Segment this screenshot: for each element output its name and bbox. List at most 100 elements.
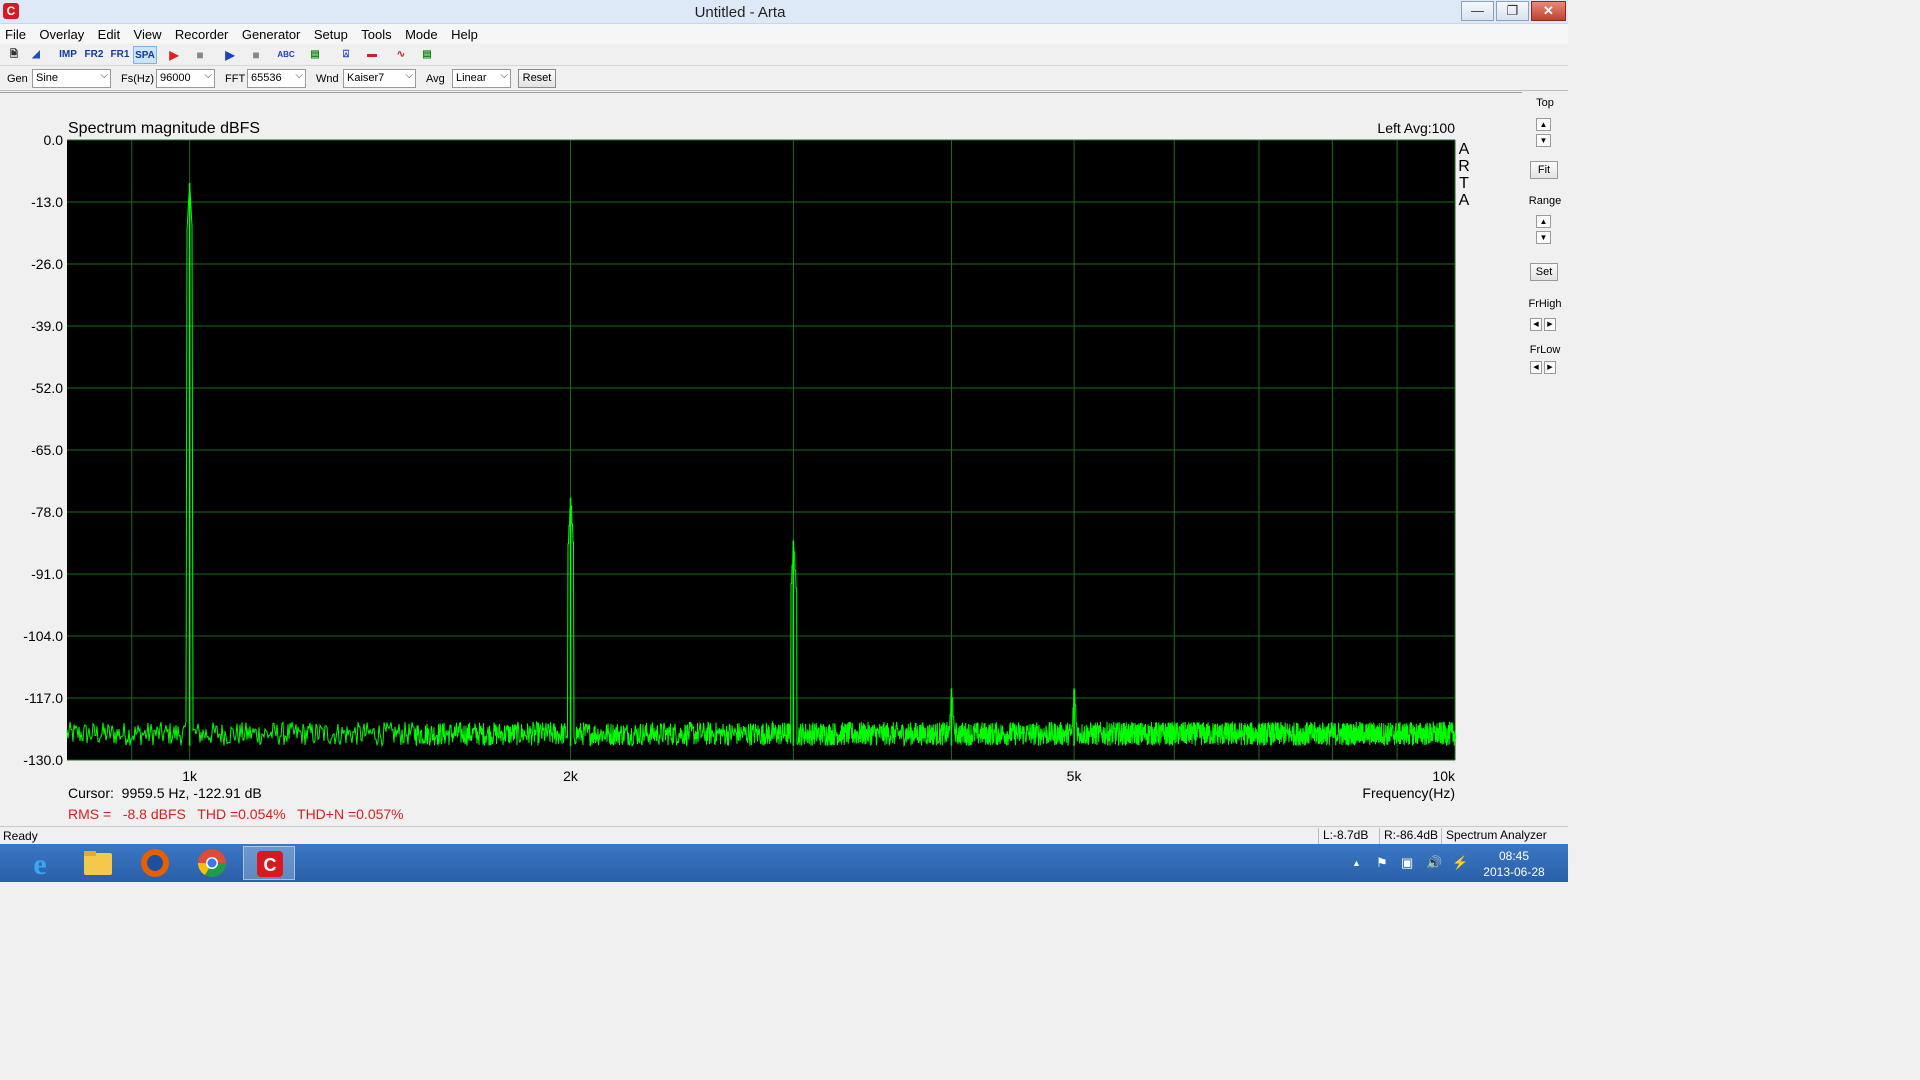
level-icon[interactable]: ▬ <box>363 46 381 64</box>
fr1-mode-button[interactable]: FR1 <box>108 46 132 64</box>
menu-recorder[interactable]: Recorder <box>170 24 232 42</box>
minimize-button[interactable]: — <box>1461 1 1494 21</box>
rms-thd-readout: RMS = -8.8 dBFS THD =0.054% THD+N =0.057… <box>68 806 404 822</box>
generator-play-icon[interactable]: ▶ <box>222 46 238 64</box>
y-tick-label: 0.0 <box>44 132 64 148</box>
action-center-flag-icon[interactable]: ⚑ <box>1376 855 1388 871</box>
generator-stop-icon[interactable]: ■ <box>248 46 264 64</box>
watermark-letter: R <box>1458 158 1470 175</box>
y-tick-label: -13.0 <box>31 194 63 210</box>
firefox-icon[interactable] <box>129 846 181 880</box>
menu-generator[interactable]: Generator <box>237 24 305 42</box>
overlay-icon[interactable]: ▤ <box>306 46 324 64</box>
y-tick-label: -104.0 <box>23 628 63 644</box>
fft-select[interactable]: 65536 ⌵ <box>247 69 306 88</box>
fs-label: Fs(Hz) <box>121 73 154 85</box>
menu-help[interactable]: Help <box>446 24 482 42</box>
fft-label: FFT <box>225 73 246 85</box>
top-label: Top <box>1536 97 1554 109</box>
menu-view[interactable]: View <box>129 24 166 42</box>
status-bar: Ready L:-8.7dB R:-86.4dB Spectrum Analyz… <box>0 826 1568 844</box>
record-stop-icon[interactable]: ■ <box>192 46 208 64</box>
gen-select-value: Sine <box>36 72 59 84</box>
chevron-down-icon: ⌵ <box>295 70 303 81</box>
wnd-label: Wnd <box>316 73 339 85</box>
y-tick-label: -39.0 <box>31 318 63 334</box>
x-tick-label: 2k <box>563 768 579 784</box>
set-button[interactable]: Set <box>1530 263 1558 281</box>
calibrate-icon[interactable]: ⍓ <box>337 46 355 64</box>
pointer-icon[interactable]: ◢ <box>28 46 44 64</box>
range-down-button[interactable]: ▼ <box>1536 231 1551 244</box>
top-down-button[interactable]: ▼ <box>1536 134 1551 147</box>
fft-select-value: 65536 <box>251 72 282 84</box>
arta-taskbar-icon[interactable]: C <box>243 846 295 880</box>
volume-icon[interactable]: 🔊 <box>1426 855 1442 871</box>
fit-button[interactable]: Fit <box>1530 161 1558 179</box>
record-play-icon[interactable]: ▶ <box>166 46 182 64</box>
gen-select[interactable]: Sine ⌵ <box>32 69 111 88</box>
restore-button[interactable]: ❐ <box>1496 1 1529 21</box>
ie-icon[interactable]: e <box>14 846 66 881</box>
range-up-button[interactable]: ▲ <box>1536 215 1551 228</box>
scope-icon[interactable]: ∿ <box>392 46 410 64</box>
watermark-letter: A <box>1459 192 1470 209</box>
avg-select[interactable]: Linear ⌵ <box>452 69 511 88</box>
y-tick-label: -52.0 <box>31 380 63 396</box>
frhigh-left-button[interactable]: ◀ <box>1530 318 1542 331</box>
reset-button[interactable]: Reset <box>518 69 556 88</box>
top-up-button[interactable]: ▲ <box>1536 118 1551 131</box>
channel-avg-info: Left Avg:100 <box>1377 120 1455 136</box>
svg-text:C: C <box>264 855 277 875</box>
battery-icon[interactable]: ⚡ <box>1452 855 1468 871</box>
fs-select[interactable]: 96000 ⌵ <box>156 69 215 88</box>
frhigh-right-button[interactable]: ▶ <box>1544 318 1556 331</box>
y-tick-label: -130.0 <box>23 752 63 768</box>
clock[interactable]: 08:45 2013-06-28 <box>1474 848 1554 880</box>
y-tick-label: -117.0 <box>24 690 63 706</box>
fr2-mode-button[interactable]: FR2 <box>82 46 106 64</box>
y-tick-label: -91.0 <box>31 566 63 582</box>
chevron-down-icon: ⌵ <box>100 70 108 81</box>
x-axis-label: Frequency(Hz) <box>1362 785 1455 801</box>
frlow-right-button[interactable]: ▶ <box>1544 361 1556 374</box>
spectrum-icon[interactable]: ▤ <box>418 46 436 64</box>
frhigh-label: FrHigh <box>1528 298 1562 310</box>
close-button[interactable]: ✕ <box>1531 1 1566 21</box>
spectrum-chart[interactable]: Spectrum magnitude dBFS Left Avg:100 0.0… <box>0 92 1522 825</box>
svg-text:e: e <box>33 848 46 880</box>
menu-setup[interactable]: Setup <box>309 24 352 42</box>
impulse-mode-button[interactable]: IMP <box>56 46 80 64</box>
chart-title: Spectrum magnitude dBFS <box>68 120 260 137</box>
show-hidden-icons-icon[interactable]: ▲ <box>1352 858 1361 868</box>
menu-overlay[interactable]: Overlay <box>34 24 88 42</box>
menu-edit[interactable]: Edit <box>93 24 124 42</box>
chevron-down-icon: ⌵ <box>500 70 508 81</box>
x-tick-label: 5k <box>1067 768 1083 784</box>
abc-icon[interactable]: ABC <box>276 46 296 64</box>
mode-readout: Spectrum Analyzer <box>1441 828 1561 844</box>
menu-mode[interactable]: Mode <box>400 24 442 42</box>
chrome-icon[interactable] <box>186 846 238 880</box>
file-explorer-icon[interactable] <box>72 846 124 880</box>
spa-mode-button[interactable]: SPA <box>133 46 157 64</box>
right-level-readout: R:-86.4dB <box>1379 828 1441 844</box>
taskbar: e C ▲ ⚑ ▣ 🔊 ⚡ 08:45 2013-06-28 <box>0 844 1568 882</box>
clock-date: 2013-06-28 <box>1483 865 1545 879</box>
wnd-select[interactable]: Kaiser7 ⌵ <box>343 69 416 88</box>
title-bar: C Untitled - Arta — ❐ ✕ <box>0 0 1568 24</box>
menu-tools[interactable]: Tools <box>356 24 395 42</box>
avg-label: Avg <box>426 73 445 85</box>
x-tick-label: 1k <box>182 768 198 784</box>
menu-file[interactable]: File <box>0 24 30 42</box>
frlow-left-button[interactable]: ◀ <box>1530 361 1542 374</box>
range-label: Range <box>1528 195 1562 207</box>
chevron-down-icon: ⌵ <box>204 70 212 81</box>
open-icon[interactable]: 🗎 <box>6 46 22 64</box>
arta-window: C Untitled - Arta — ❐ ✕ File Overlay Edi… <box>0 0 1568 882</box>
fs-select-value: 96000 <box>160 72 191 84</box>
wnd-select-value: Kaiser7 <box>347 72 385 84</box>
network-icon[interactable]: ▣ <box>1401 855 1413 871</box>
menu-bar: File Overlay Edit View Recorder Generato… <box>0 24 1568 44</box>
cursor-readout: Cursor: 9959.5 Hz, -122.91 dB <box>68 785 262 801</box>
